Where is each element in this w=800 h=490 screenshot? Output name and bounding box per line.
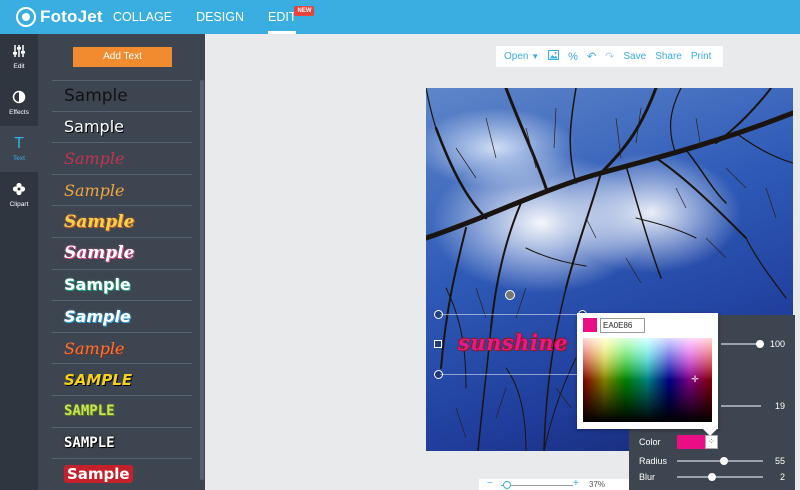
panel-scrollbar[interactable]: [200, 80, 204, 480]
text-style-sample[interactable]: Sample: [52, 238, 192, 270]
radius-slider-knob[interactable]: [720, 457, 728, 465]
image-icon[interactable]: [548, 50, 560, 63]
open-label: Open: [504, 51, 529, 62]
print-button[interactable]: Print: [691, 51, 712, 62]
opacity-value: 100: [769, 339, 785, 349]
main-nav: COLLAGE DESIGN EDIT NEW: [113, 0, 320, 34]
nav-edit-label: EDIT: [268, 10, 297, 24]
contrast-icon: [12, 90, 26, 106]
rail-label-effects: Effects: [9, 109, 29, 116]
zoom-value: 37%: [589, 480, 606, 489]
sliders-icon: [12, 44, 26, 60]
flower-icon: [12, 182, 26, 198]
text-style-sample[interactable]: SAMPLE: [52, 364, 192, 396]
opacity-slider-knob[interactable]: [756, 340, 764, 348]
text-style-sample[interactable]: SAMPLE: [52, 428, 192, 460]
new-badge: NEW: [294, 6, 315, 16]
color-swatch[interactable]: [677, 435, 705, 449]
tool-rail: Edit Effects T Text Clipart: [0, 34, 38, 490]
radius-value: 55: [774, 456, 785, 466]
undo-icon[interactable]: ↶: [587, 50, 596, 63]
rail-item-edit[interactable]: Edit: [0, 34, 38, 80]
rail-label-edit: Edit: [13, 63, 25, 70]
blur-label: Blur: [639, 472, 656, 482]
text-panel: Add Text Sample Sample Sample Sample Sam…: [38, 34, 205, 490]
blur-slider-track[interactable]: [677, 476, 763, 478]
percent-icon[interactable]: %: [568, 51, 578, 63]
resize-handle[interactable]: [434, 340, 442, 348]
resize-handle[interactable]: [434, 310, 443, 319]
radius-label: Radius: [639, 456, 668, 466]
zoom-in-icon[interactable]: +: [573, 478, 579, 489]
text-icon: T: [14, 135, 24, 152]
resize-handle[interactable]: [434, 370, 443, 379]
rail-item-clipart[interactable]: Clipart: [0, 172, 38, 218]
crosshair-icon[interactable]: ✛: [691, 375, 699, 384]
color-row: Color ⁘: [629, 435, 795, 449]
text-style-sample[interactable]: Sample: [52, 333, 192, 365]
text-style-sample[interactable]: SAMPLE: [52, 396, 192, 428]
text-style-sample[interactable]: Sample: [52, 270, 192, 302]
text-style-sample[interactable]: Sample: [52, 175, 192, 207]
selection-edge: [440, 314, 585, 315]
text-style-sample[interactable]: Sample: [52, 459, 192, 490]
blur-value: 2: [779, 472, 785, 482]
text-style-sample[interactable]: Sample: [52, 206, 192, 238]
zoom-slider-knob[interactable]: [503, 481, 511, 489]
blur-row: Blur 2: [629, 470, 795, 484]
open-button[interactable]: Open ▼: [504, 51, 539, 62]
zoom-slider-track[interactable]: [501, 485, 573, 486]
radius-row: Radius 55: [629, 454, 795, 468]
text-layer[interactable]: sunshine: [458, 330, 568, 355]
text-style-sample[interactable]: Sample: [52, 80, 192, 112]
caret-down-icon: ▼: [531, 52, 540, 61]
text-style-sample[interactable]: Sample: [52, 112, 192, 144]
hex-input[interactable]: [600, 318, 645, 333]
zoom-out-icon[interactable]: −: [487, 478, 493, 489]
selection-edge: [440, 374, 585, 375]
add-text-button[interactable]: Add Text: [73, 47, 172, 67]
rail-label-text: Text: [13, 155, 25, 162]
rail-label-clipart: Clipart: [9, 201, 29, 208]
logo[interactable]: FotoJet: [16, 6, 103, 28]
share-button[interactable]: Share: [655, 51, 682, 62]
nav-design[interactable]: DESIGN: [196, 0, 244, 34]
zoom-bar: − + 37%: [479, 478, 629, 490]
color-label: Color: [639, 437, 661, 447]
nav-edit[interactable]: EDIT NEW: [268, 0, 315, 34]
nav-collage[interactable]: COLLAGE: [113, 0, 172, 34]
rail-item-text[interactable]: T Text: [0, 126, 38, 172]
rotate-handle[interactable]: [505, 290, 515, 300]
logo-icon: [16, 7, 36, 27]
redo-icon[interactable]: ↷: [605, 50, 614, 63]
picker-current-color: [583, 318, 597, 332]
text-style-sample-label: Sample: [64, 465, 133, 484]
sample-list: Sample Sample Sample Sample Sample Sampl…: [52, 80, 192, 490]
save-button[interactable]: Save: [623, 51, 646, 62]
eyedropper-icon[interactable]: ⁘: [705, 435, 718, 449]
size-value: 19: [774, 401, 785, 411]
text-style-sample[interactable]: Sample: [52, 143, 192, 175]
size-slider-track[interactable]: [721, 405, 761, 407]
text-style-sample[interactable]: Sample: [52, 301, 192, 333]
rail-item-effects[interactable]: Effects: [0, 80, 38, 126]
logo-text: FotoJet: [40, 7, 103, 26]
canvas-toolbar: Open ▼ % ↶ ↷ Save Share Print: [496, 46, 723, 67]
opacity-slider-track[interactable]: [721, 343, 761, 345]
top-bar: FotoJet COLLAGE DESIGN EDIT NEW: [0, 0, 800, 34]
color-picker-popup: ✛: [577, 313, 718, 436]
blur-slider-knob[interactable]: [708, 473, 716, 481]
